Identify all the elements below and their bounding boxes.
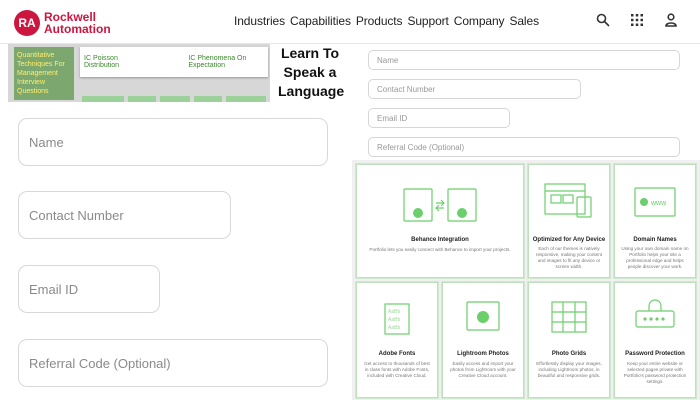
nav-capabilities[interactable]: Capabilities xyxy=(290,14,351,28)
referral-code-field[interactable] xyxy=(18,339,328,387)
email-field[interactable] xyxy=(18,265,160,313)
feature-description: Effortlessly display your images, includ… xyxy=(536,361,602,378)
email-field[interactable] xyxy=(368,108,510,128)
feature-card[interactable]: Password Protection Keep your entire web… xyxy=(614,282,696,398)
contact-number-field[interactable] xyxy=(368,79,581,99)
photo-grid-icon xyxy=(551,301,587,333)
main-nav: Industries Capabilities Products Support… xyxy=(234,14,539,28)
feature-description: Easily access and import your photos fro… xyxy=(450,361,516,378)
feature-description: Keep your entire website or selected pag… xyxy=(623,361,687,384)
apps-grid-icon[interactable] xyxy=(630,13,644,27)
svg-text:www: www xyxy=(650,200,667,207)
header-icons xyxy=(596,13,678,27)
logo-badge: RA xyxy=(14,10,40,36)
logo-wordmark: Rockwell Automation xyxy=(44,10,111,36)
feature-card[interactable]: Optimized for Any Device Each of our the… xyxy=(528,164,610,278)
green-tab xyxy=(194,96,222,102)
feature-title: Domain Names xyxy=(633,237,677,243)
feature-description: Each of our themes is natively responsiv… xyxy=(535,246,603,269)
feature-title: Lightroom Photos xyxy=(457,351,509,357)
nav-company[interactable]: Company xyxy=(454,14,505,28)
green-tab xyxy=(82,96,124,102)
green-tab xyxy=(160,96,190,102)
fonts-icon: AaBb AaBb AaBb xyxy=(384,303,410,335)
topic-card[interactable]: IC Poisson Distribution IC Phenomena On … xyxy=(80,47,268,77)
green-tab xyxy=(226,96,266,102)
feature-title: Photo Grids xyxy=(551,351,587,357)
top-navigation-bar: RA Rockwell Automation Industries Capabi… xyxy=(0,0,700,44)
feature-description: Using your own domain name on Portfolio … xyxy=(621,246,689,269)
feature-card[interactable]: Photo Grids Effortlessly display your im… xyxy=(528,282,610,398)
nav-industries[interactable]: Industries xyxy=(234,14,285,28)
user-icon[interactable] xyxy=(664,13,678,27)
search-icon[interactable] xyxy=(596,13,610,27)
referral-code-field[interactable] xyxy=(368,137,680,157)
feature-card[interactable]: Lightroom Photos Easily access and impor… xyxy=(442,282,524,398)
svg-text:AaBb: AaBb xyxy=(388,309,400,315)
nav-products[interactable]: Products xyxy=(356,14,403,28)
nav-support[interactable]: Support xyxy=(407,14,448,28)
devices-icon xyxy=(544,183,592,218)
topic-item[interactable]: IC Phenomena On Expectation xyxy=(188,55,268,69)
feature-description: Get access to thousands of best in class… xyxy=(364,361,430,378)
name-field[interactable] xyxy=(18,118,328,166)
password-icon xyxy=(635,299,675,328)
interview-questions-thumbnail[interactable]: Quantitative Techniques For Management I… xyxy=(14,47,74,100)
feature-description: Portfolio lets you easily connect with B… xyxy=(369,247,511,252)
behance-integration-icon xyxy=(403,188,477,222)
rockwell-automation-logo[interactable]: RA Rockwell Automation xyxy=(14,8,124,38)
feature-card[interactable]: Behance Integration Portfolio lets you e… xyxy=(356,164,524,278)
svg-text:AaBb: AaBb xyxy=(388,317,400,323)
feature-title: Adobe Fonts xyxy=(378,351,416,357)
svg-text:AaBb: AaBb xyxy=(388,325,400,331)
feature-title: Optimized for Any Device xyxy=(532,237,606,243)
feature-title: Password Protection xyxy=(625,351,685,357)
green-tab xyxy=(128,96,156,102)
domain-icon: www xyxy=(634,187,676,217)
feature-title: Behance Integration xyxy=(411,237,469,243)
name-field[interactable] xyxy=(368,50,680,70)
topic-item[interactable]: IC Poisson Distribution xyxy=(84,55,142,69)
feature-card[interactable]: www Domain Names Using your own domain n… xyxy=(614,164,696,278)
feature-card[interactable]: AaBb AaBb AaBb Adobe Fonts Get access to… xyxy=(356,282,438,398)
features-grid: Behance Integration Portfolio lets you e… xyxy=(352,160,700,400)
nav-sales[interactable]: Sales xyxy=(509,14,539,28)
lightroom-icon xyxy=(466,301,500,331)
contact-number-field[interactable] xyxy=(18,191,231,239)
learn-language-card[interactable]: Learn To Speak a Language xyxy=(278,44,344,102)
